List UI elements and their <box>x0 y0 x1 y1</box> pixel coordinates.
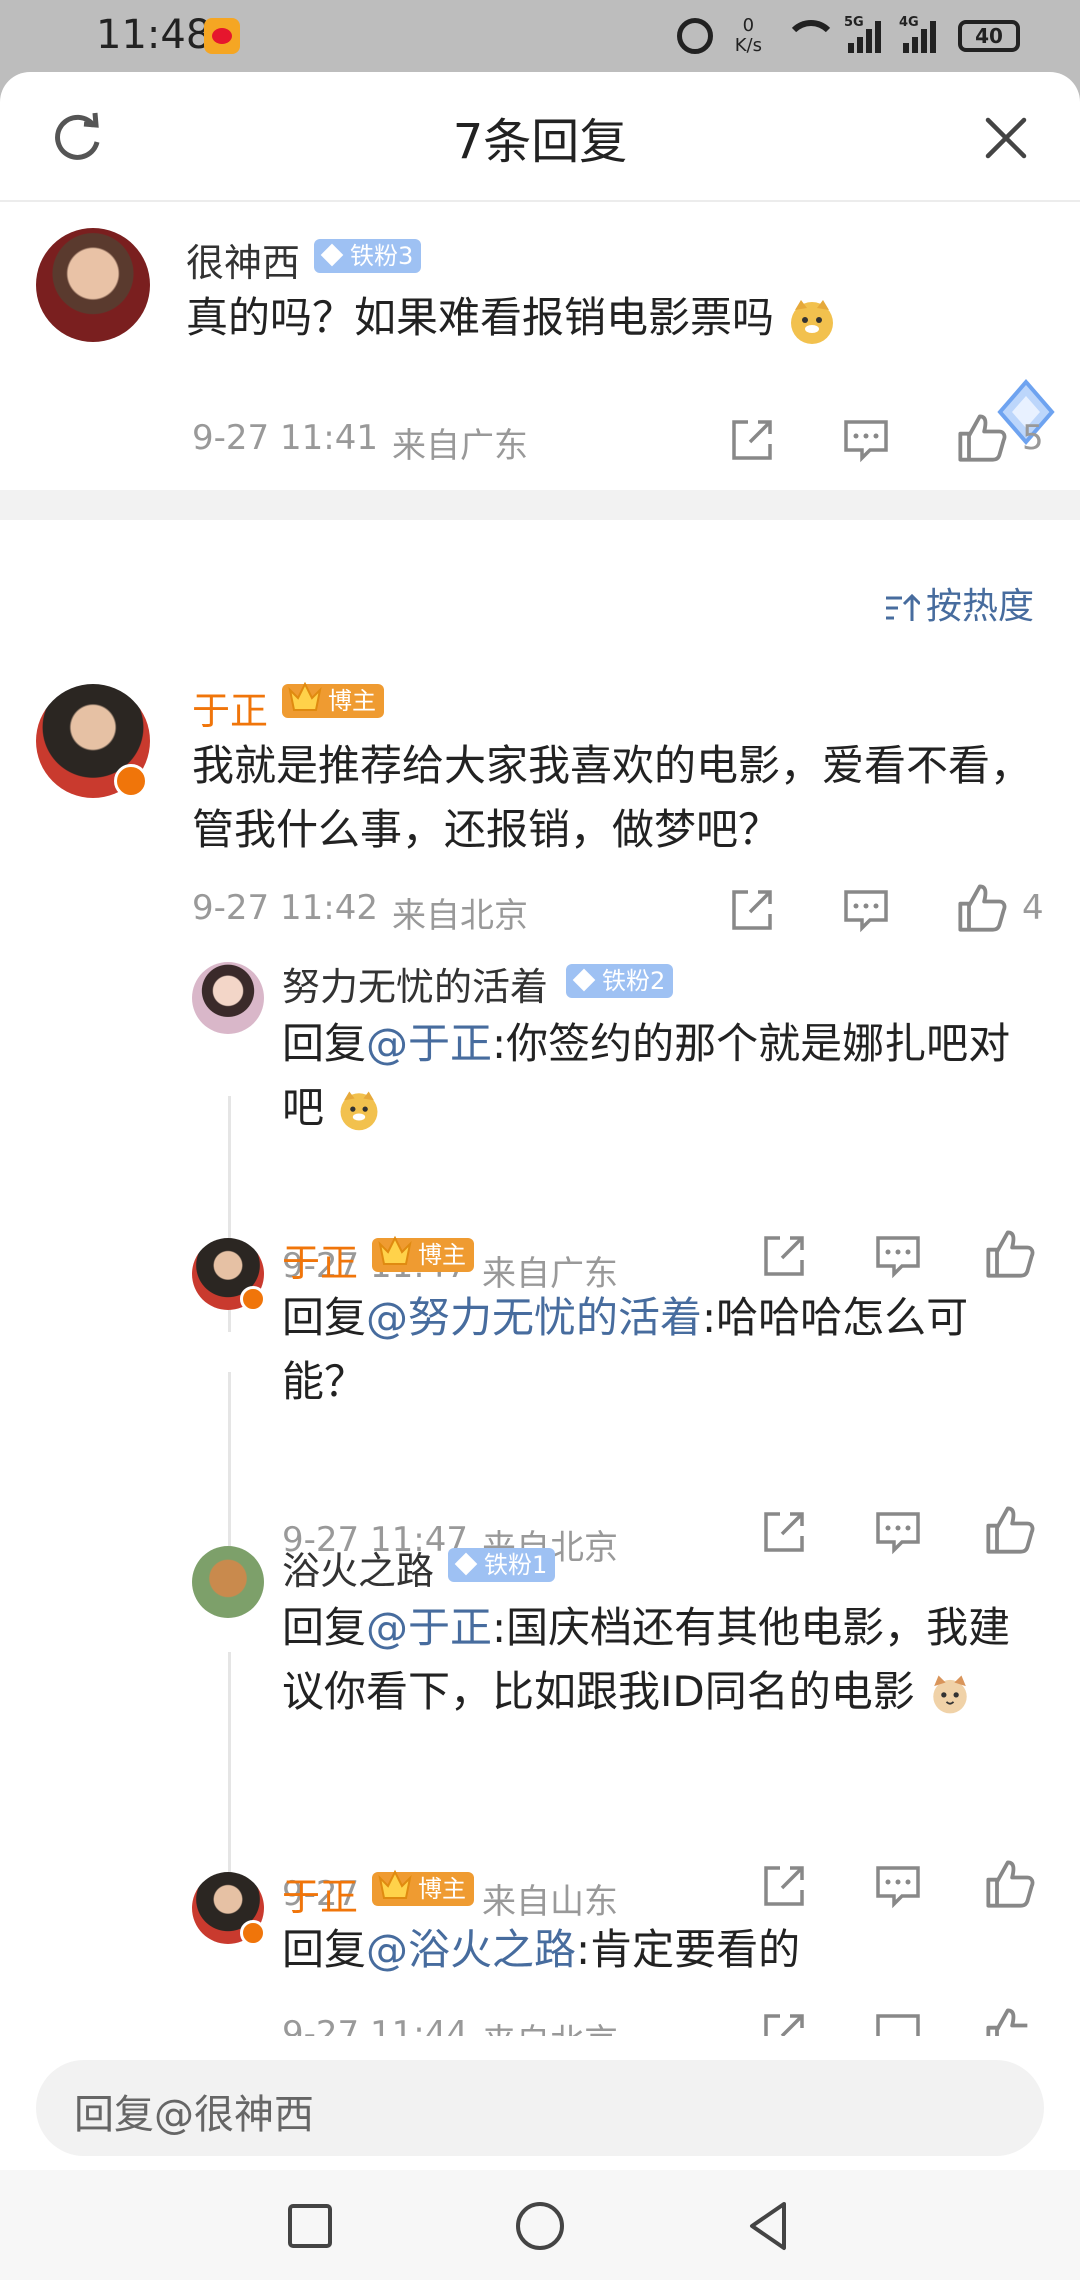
comment-text-content: 真的吗？如果难看报销电影票吗 <box>186 293 775 342</box>
comment-location: 来自广东 <box>392 426 528 466</box>
like-icon[interactable] <box>984 1504 1036 1556</box>
mention-link[interactable]: @浴火之路 <box>366 1925 576 1974</box>
comment-text: 回复@于正:你签约的那个就是娜扎吧对吧 <box>282 1012 1022 1140</box>
author-name[interactable]: 于正 <box>282 1232 358 1287</box>
sort-label: 按热度 <box>925 586 1034 627</box>
comment-icon[interactable] <box>874 1508 922 1556</box>
avatar[interactable] <box>192 1546 264 1618</box>
comment-time: 9-27 11:41 <box>192 418 378 458</box>
mention-link[interactable]: @于正 <box>366 1019 492 1068</box>
crown-icon <box>378 1869 412 1899</box>
comment-location: 来自北京 <box>392 896 528 936</box>
reply-prefix: 回复 <box>282 1293 367 1342</box>
like-icon[interactable] <box>956 882 1008 934</box>
reply-prefix: 回复 <box>282 1019 367 1068</box>
mention-link[interactable]: @努力无忧的活着 <box>366 1293 702 1342</box>
net-speed: 0 K/s <box>735 16 762 56</box>
comment-location: 来自山东 <box>482 1882 618 1922</box>
reply-input[interactable]: 回复@很神西 <box>36 2060 1044 2156</box>
like-count: 4 <box>1022 888 1044 928</box>
net-speed-unit: K/s <box>734 35 762 56</box>
mention-link[interactable]: @于正 <box>366 1603 492 1652</box>
status-time: 11:48 <box>96 12 212 58</box>
comment-text: 回复@于正:国庆档还有其他电影，我建议你看下，比如跟我ID同名的电影 <box>282 1596 1022 1724</box>
author-name[interactable]: 浴火之路 <box>282 1540 434 1595</box>
recents-icon[interactable] <box>280 2196 340 2256</box>
comment-time: 9-27 11:44 <box>282 2014 468 2036</box>
boss-badge: 博主 <box>282 681 384 718</box>
battery-indicator: 40 <box>958 20 1020 52</box>
boss-badge-label: 博主 <box>328 687 376 715</box>
home-icon[interactable] <box>510 2196 570 2256</box>
net-speed-value: 0 <box>742 15 755 36</box>
section-divider <box>0 490 1080 520</box>
comment-icon[interactable] <box>874 1232 922 1280</box>
avatar[interactable] <box>36 228 150 342</box>
author-name[interactable]: 努力无忧的活着 <box>282 956 548 1011</box>
comment-text: 回复@浴火之路:肯定要看的 <box>282 1918 1022 1982</box>
author-name[interactable]: 于正 <box>282 1866 358 1921</box>
doge-emoji-icon <box>337 1086 387 1136</box>
like-icon[interactable] <box>956 412 1008 464</box>
share-icon[interactable] <box>760 2010 808 2036</box>
share-icon[interactable] <box>760 1508 808 1556</box>
fan-badge: 铁粉2 <box>566 964 674 998</box>
comment-text: 回复@努力无忧的活着:哈哈哈怎么可能？ <box>282 1286 1022 1414</box>
weibo-app-icon <box>204 18 240 54</box>
crown-icon <box>378 1235 412 1265</box>
signal-5g-icon: 5G <box>844 15 881 53</box>
wifi-icon <box>784 20 838 52</box>
system-nav-bar <box>0 2170 1080 2280</box>
share-icon[interactable] <box>728 416 776 464</box>
comment-time: 9-27 11:42 <box>192 888 378 928</box>
signal-4g-icon: 4G <box>899 15 936 53</box>
comment-icon[interactable] <box>874 1862 922 1910</box>
boss-badge-label: 博主 <box>418 1875 466 1903</box>
boss-badge: 博主 <box>372 1869 474 1906</box>
clipped-meta-row: 9-27 11:44 来自北京 <box>0 2006 1080 2036</box>
close-icon[interactable] <box>982 114 1030 162</box>
crown-icon <box>288 681 322 711</box>
reply-prefix: 回复 <box>282 1603 367 1652</box>
comment-text: 我就是推荐给大家我喜欢的电影，爱看不看，管我什么事，还报销，做梦吧？ <box>192 741 1033 854</box>
reply-input-placeholder: 回复@很神西 <box>74 2092 314 2138</box>
fan-badge: 铁粉1 <box>448 1548 556 1582</box>
status-icons: 0 K/s 5G 4G 40 <box>676 10 1020 62</box>
like-count: 5 <box>1022 418 1044 458</box>
like-icon[interactable] <box>984 2006 1036 2036</box>
back-icon[interactable] <box>740 2196 800 2256</box>
doge-emoji-icon <box>787 296 837 346</box>
signal-5g-label: 5G <box>844 15 864 30</box>
verified-icon <box>114 764 148 798</box>
alarm-icon <box>676 18 713 54</box>
share-icon[interactable] <box>760 1232 808 1280</box>
boss-badge: 博主 <box>372 1235 474 1272</box>
sheet-header: 7条回复 <box>0 72 1080 202</box>
fan-badge: 铁粉3 <box>314 239 422 273</box>
verified-icon <box>240 1920 266 1946</box>
signal-4g-label: 4G <box>899 15 919 30</box>
author-name[interactable]: 于正 <box>192 680 268 735</box>
reply-prefix: 回复 <box>282 1925 367 1974</box>
like-icon[interactable] <box>984 1858 1036 1910</box>
comment-text-content: :肯定要看的 <box>576 1925 801 1974</box>
comment-location: 来自北京 <box>482 2014 618 2036</box>
share-icon[interactable] <box>728 886 776 934</box>
verified-icon <box>240 1286 266 1312</box>
status-bar: 11:48 0 K/s 5G 4G 40 <box>0 0 1080 72</box>
like-icon[interactable] <box>984 1228 1036 1280</box>
cat-emoji-icon <box>928 1670 978 1720</box>
replies-sheet: 7条回复 很神西 铁粉3 真的吗？如果难看报销电影票吗 9-27 11:41 来… <box>0 72 1080 2280</box>
author-name[interactable]: 很神西 <box>186 232 300 287</box>
comment-text: 真的吗？如果难看报销电影票吗 <box>186 286 1036 350</box>
comment-icon[interactable] <box>874 2010 922 2036</box>
sort-icon <box>885 593 920 621</box>
share-icon[interactable] <box>760 1862 808 1910</box>
boss-badge-label: 博主 <box>418 1241 466 1269</box>
avatar[interactable] <box>192 962 264 1034</box>
comment-icon[interactable] <box>842 416 890 464</box>
sheet-title: 7条回复 <box>452 114 628 170</box>
sort-button[interactable]: 按热度 <box>884 577 1034 629</box>
comment-icon[interactable] <box>842 886 890 934</box>
